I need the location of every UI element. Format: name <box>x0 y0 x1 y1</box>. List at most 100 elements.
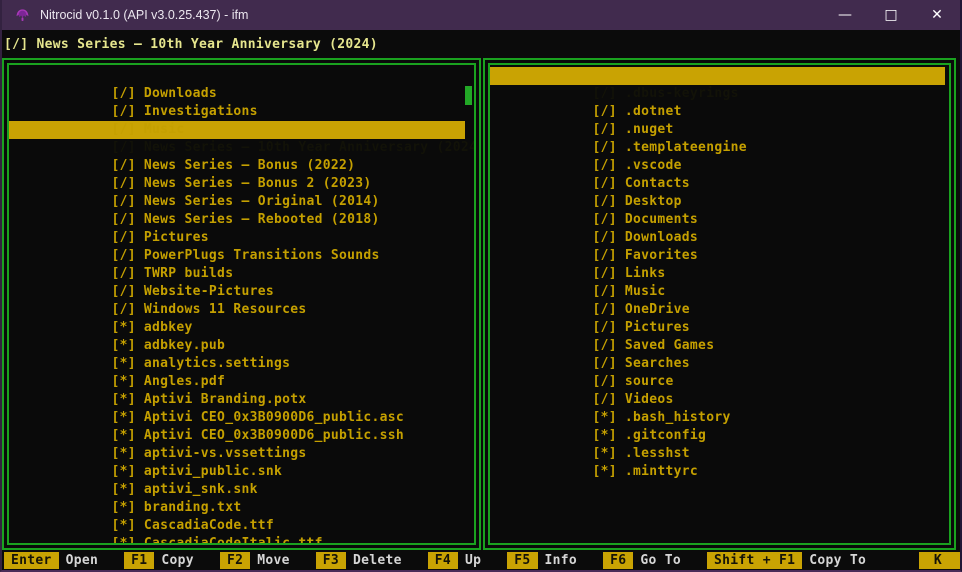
entry-type-marker: [*] <box>593 464 617 479</box>
left-file-panel[interactable]: [/]Downloads [/]Investigations [/]Music … <box>2 58 481 550</box>
entry-name: Pictures <box>617 320 690 335</box>
entry-name: Investigations <box>136 104 258 119</box>
entry-name: .bash_history <box>617 410 731 425</box>
key-action-label: Move <box>257 553 290 568</box>
entry-type-marker: [/] <box>593 302 617 317</box>
keybinding[interactable]: F6 Go To <box>603 552 707 569</box>
entry-name: CascadiaCodeItalic.ttf <box>136 536 323 550</box>
entry-type-marker: [/] <box>593 104 617 119</box>
entry-type-marker: [/] <box>593 86 617 101</box>
keybinding[interactable]: F4 Up <box>428 552 508 569</box>
maximize-button[interactable]: □ <box>868 0 914 30</box>
key-action-label: Up <box>465 553 481 568</box>
key-action-label: Copy To <box>809 553 866 568</box>
key-badge[interactable]: F3 <box>316 552 346 569</box>
key-badge[interactable]: F5 <box>507 552 537 569</box>
keybinding[interactable]: F1 Copy <box>124 552 220 569</box>
entry-name: News Series – Bonus (2022) <box>136 158 355 173</box>
entry-type-marker: [*] <box>112 518 136 533</box>
key-badge[interactable]: F6 <box>603 552 633 569</box>
entry-name: Music <box>617 284 666 299</box>
entry-type-marker: [*] <box>112 446 136 461</box>
titlebar[interactable]: Nitrocid v0.1.0 (API v3.0.25.437) - ifm … <box>2 0 960 30</box>
nitrocid-ifm-window: Nitrocid v0.1.0 (API v3.0.25.437) - ifm … <box>0 0 962 572</box>
entry-name: .lesshst <box>617 446 690 461</box>
entry-name: Links <box>617 266 666 281</box>
key-action-label: Delete <box>353 553 402 568</box>
entry-name: Aptivi CEO_0x3B0900D6_public.asc <box>136 410 404 425</box>
entry-name: Windows 11 Resources <box>136 302 307 317</box>
entry-type-marker: [*] <box>112 356 136 371</box>
entry-name: Downloads <box>617 230 698 245</box>
entry-type-marker: [/] <box>593 284 617 299</box>
entry-name: Pictures <box>136 230 209 245</box>
key-action-label: Copy <box>161 553 194 568</box>
entry-name: .dotnet <box>617 104 682 119</box>
key-action-label: Go To <box>640 553 681 568</box>
entry-type-marker: [/] <box>112 176 136 191</box>
entry-name: Documents <box>617 212 698 227</box>
entry-name: aptivi-vs.vssettings <box>136 446 307 461</box>
entry-type-marker: [/] <box>593 122 617 137</box>
entry-name: analytics.settings <box>136 356 290 371</box>
right-file-panel[interactable]: [/].dbus-keyrings [/].dotnet [/].nuget [… <box>483 58 956 550</box>
entry-type-marker: [*] <box>593 428 617 443</box>
entry-name: TWRP builds <box>136 266 233 281</box>
entry-name: Aptivi Branding.potx <box>136 392 307 407</box>
entry-type-marker: [*] <box>112 464 136 479</box>
entry-name: adbkey.pub <box>136 338 225 353</box>
entry-name: Favorites <box>617 248 698 263</box>
entry-name: Videos <box>617 392 674 407</box>
entry-type-marker: [/] <box>112 158 136 173</box>
entry-type-marker: [*] <box>112 536 136 550</box>
key-action-label: Open <box>66 553 99 568</box>
entry-type-marker: [/] <box>593 266 617 281</box>
entry-name: .dbus-keyrings <box>617 86 739 101</box>
entry-name: .nuget <box>617 122 674 137</box>
entry-type-marker: [/] <box>112 212 136 227</box>
key-badge[interactable]: Enter <box>4 552 59 569</box>
entry-name: PowerPlugs Transitions Sounds <box>136 248 380 263</box>
keybinding[interactable]: F5 Info <box>507 552 603 569</box>
current-path-header: [/] News Series – 10th Year Anniversary … <box>2 30 960 58</box>
file-list-item[interactable]: [/].dbus-keyrings <box>490 67 945 85</box>
keybinding[interactable]: F3 Delete <box>316 552 428 569</box>
minimize-button[interactable]: — <box>822 0 868 30</box>
entry-type-marker: [/] <box>112 86 136 101</box>
key-badge[interactable]: F2 <box>220 552 250 569</box>
entry-name: OneDrive <box>617 302 690 317</box>
key-badge[interactable]: F4 <box>428 552 458 569</box>
entry-type-marker: [/] <box>112 302 136 317</box>
entry-name: branding.txt <box>136 500 242 515</box>
scrollbar-thumb[interactable] <box>465 86 472 105</box>
entry-type-marker: [*] <box>112 410 136 425</box>
entry-name: Desktop <box>617 194 682 209</box>
entry-name: Contacts <box>617 176 690 191</box>
entry-type-marker: [/] <box>593 176 617 191</box>
key-badge[interactable]: F1 <box>124 552 154 569</box>
entry-name: adbkey <box>136 320 193 335</box>
entry-type-marker: [*] <box>593 410 617 425</box>
entry-type-marker: [/] <box>112 248 136 263</box>
left-file-list: [/]Downloads [/]Investigations [/]Music … <box>9 67 474 535</box>
file-panels: [/]Downloads [/]Investigations [/]Music … <box>2 58 956 550</box>
keybinding[interactable]: Shift + F1 Copy To <box>707 552 892 569</box>
entry-name: .minttyrc <box>617 464 698 479</box>
key-badge[interactable]: Shift + F1 <box>707 552 802 569</box>
more-keybindings-badge[interactable]: K <box>919 552 960 569</box>
keybinding[interactable]: F2 Move <box>220 552 316 569</box>
entry-type-marker: [*] <box>112 428 136 443</box>
entry-name: CascadiaCode.ttf <box>136 518 274 533</box>
right-file-list: [/].dbus-keyrings [/].dotnet [/].nuget [… <box>490 67 949 463</box>
key-action-label: Info <box>545 553 578 568</box>
entry-type-marker: [/] <box>593 230 617 245</box>
entry-type-marker: [/] <box>593 392 617 407</box>
entry-name: source <box>617 374 674 389</box>
entry-type-marker: [/] <box>593 248 617 263</box>
entry-type-marker: [/] <box>112 284 136 299</box>
close-button[interactable]: ✕ <box>914 0 960 30</box>
entry-type-marker: [/] <box>112 140 136 155</box>
nitrocid-logo-icon <box>14 7 31 24</box>
file-list-item[interactable]: [/]Downloads <box>9 67 465 85</box>
keybinding[interactable]: Enter Open <box>4 552 124 569</box>
